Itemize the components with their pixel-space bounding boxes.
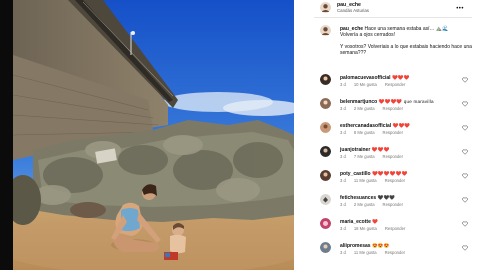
comment-time[interactable]: 3 d <box>340 202 346 207</box>
comment-time[interactable]: 3 d <box>340 106 346 111</box>
comment-time[interactable]: 3 d <box>340 226 346 231</box>
reply-button[interactable]: Responder <box>385 82 406 87</box>
commenter-username[interactable]: esthercanadasofficial <box>340 123 391 129</box>
comment-list: palomacuevasofficial ❤️❤️❤️ 3 d 10 Me gus… <box>320 74 472 266</box>
comment-item: juanjotrainer ❤️❤️❤️ 3 d 7 Me gusta Respon… <box>320 146 472 170</box>
commenter-avatar[interactable] <box>320 98 331 109</box>
reply-button[interactable]: Responder <box>383 202 404 207</box>
commenter-username[interactable]: aliipromesas <box>340 243 371 249</box>
comment-likes[interactable]: 11 Me gusta <box>354 250 377 255</box>
commenter-avatar[interactable] <box>320 170 331 181</box>
caption-emoji: ⛰️🌊 <box>435 26 449 32</box>
comment-likes[interactable]: 10 Me gusta <box>354 82 377 87</box>
commenter-username[interactable]: poty_castillo <box>340 171 371 177</box>
reply-button[interactable]: Responder <box>385 250 406 255</box>
commenter-avatar[interactable] <box>320 194 331 205</box>
post-caption: pau_eche Hace una semana estaba así… ⛰️🌊… <box>294 18 472 56</box>
comment-likes[interactable]: 8 Me gusta <box>354 130 375 135</box>
post-modal: pau_eche Candás Asturias ••• pau_eche Ha… <box>13 0 480 270</box>
reply-button[interactable]: Responder <box>383 154 404 159</box>
heart-icon[interactable] <box>462 101 468 107</box>
comment-text: ❤️❤️❤️❤️❤️❤️ <box>371 171 408 176</box>
comment-text: ❤️❤️❤️ <box>392 123 411 128</box>
beach-photo-image <box>13 0 294 270</box>
comment-text: 😍😍😍 <box>371 243 390 248</box>
comment-time[interactable]: 3 d <box>340 130 346 135</box>
comment-item: aliipromesas 😍😍😍 3 d 11 Me gusta Responder <box>320 242 472 266</box>
comment-text: ❤️❤️❤️ <box>391 75 410 80</box>
reply-button[interactable]: Responder <box>385 178 406 183</box>
comment-time[interactable]: 3 d <box>340 154 346 159</box>
comment-likes[interactable]: 7 Me gusta <box>354 154 375 159</box>
heart-icon[interactable] <box>462 149 468 155</box>
reply-button[interactable]: Responder <box>385 226 406 231</box>
comment-item: esthercanadasofficial ❤️❤️❤️ 3 d 8 Me gus… <box>320 122 472 146</box>
comment-text: ❤️❤️❤️ <box>371 147 390 152</box>
commenter-avatar[interactable] <box>320 146 331 157</box>
comment-likes[interactable]: 2 Me gusta <box>354 106 375 111</box>
reply-button[interactable]: Responder <box>383 130 404 135</box>
caption-line-4: semana??? <box>340 50 367 56</box>
commenter-avatar[interactable] <box>320 122 331 133</box>
more-options-icon[interactable]: ••• <box>456 6 464 12</box>
post-photo[interactable] <box>13 0 294 270</box>
commenter-avatar[interactable] <box>320 242 331 253</box>
commenter-username[interactable]: juanjotrainer <box>340 147 370 153</box>
heart-icon[interactable] <box>462 197 468 203</box>
author-avatar[interactable] <box>320 2 331 13</box>
comment-item: belenmartjunco ❤️❤️❤️❤️ que maravilla 3 … <box>320 98 472 122</box>
heart-icon[interactable] <box>462 173 468 179</box>
comment-item: maria_ecotte ❤️ 3 d 18 Me gusta Responder <box>320 218 472 242</box>
post-side-panel: pau_eche Candás Asturias ••• pau_eche Ha… <box>294 0 480 270</box>
comment-time[interactable]: 3 d <box>340 82 346 87</box>
heart-icon[interactable] <box>462 221 468 227</box>
commenter-username[interactable]: belenmartjunco <box>340 99 377 105</box>
comment-likes[interactable]: 2 Me gusta <box>354 202 375 207</box>
heart-icon[interactable] <box>462 245 468 251</box>
reply-button[interactable]: Responder <box>383 106 404 111</box>
comment-text: ❤️ <box>372 219 379 224</box>
comment-likes[interactable]: 11 Me gusta <box>354 178 377 183</box>
heart-icon[interactable] <box>462 125 468 131</box>
commenter-avatar[interactable] <box>320 74 331 85</box>
heart-icon[interactable] <box>462 77 468 83</box>
comment-likes[interactable]: 18 Me gusta <box>354 226 377 231</box>
commenter-username[interactable]: palomacuevasofficial <box>340 75 391 81</box>
commenter-username[interactable]: fetichesuances <box>340 195 376 201</box>
comment-text: 🖤🖤🖤 <box>377 195 396 200</box>
comment-item: poty_castillo ❤️❤️❤️❤️❤️❤️ 3 d 11 Me gust… <box>320 170 472 194</box>
post-header: pau_eche Candás Asturias ••• <box>294 0 472 17</box>
comment-item: palomacuevasofficial ❤️❤️❤️ 3 d 10 Me gus… <box>320 74 472 98</box>
comment-time[interactable]: 3 d <box>340 250 346 255</box>
post-location[interactable]: Candás Asturias <box>337 8 369 13</box>
caption-avatar[interactable] <box>320 25 331 36</box>
commenter-avatar[interactable] <box>320 218 331 229</box>
comment-text: ❤️❤️❤️❤️ que maravilla <box>378 99 434 104</box>
comment-item: fetichesuances 🖤🖤🖤 3 d 2 Me gusta Responde… <box>320 194 472 218</box>
comment-time[interactable]: 3 d <box>340 178 346 183</box>
commenter-username[interactable]: maria_ecotte <box>340 219 371 225</box>
